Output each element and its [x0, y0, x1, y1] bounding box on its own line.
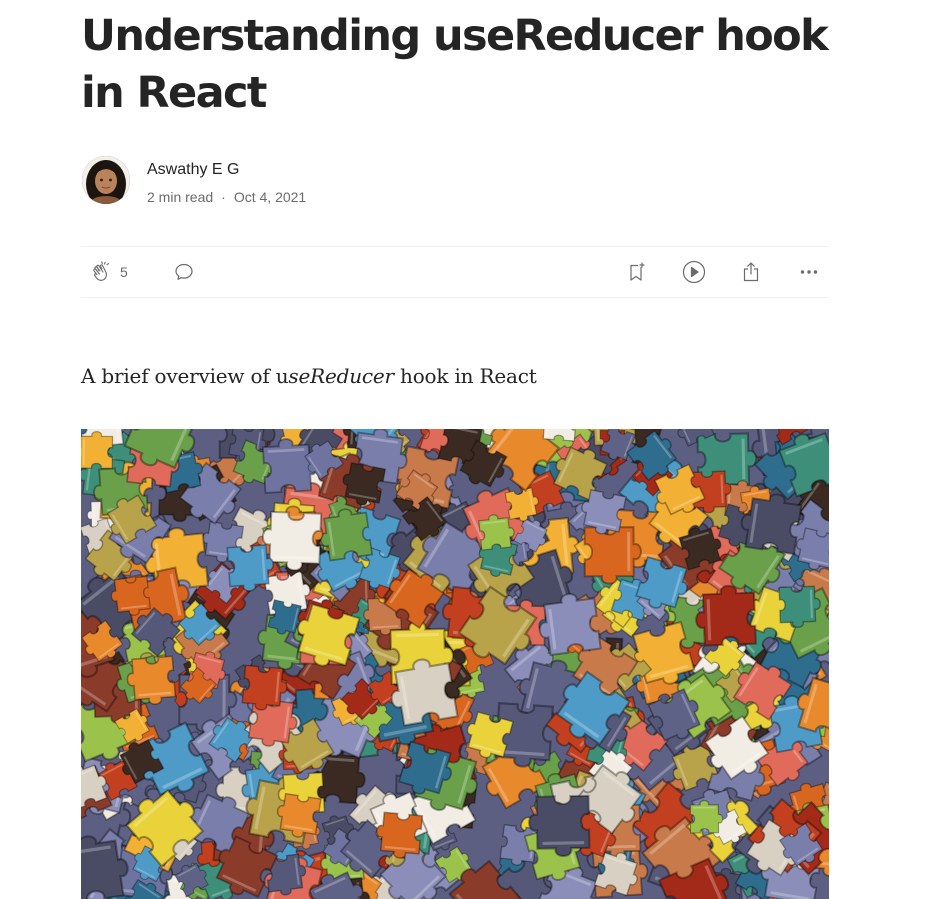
comment-icon[interactable] [171, 259, 197, 285]
action-bar: 5 [81, 246, 829, 298]
subtitle-suffix: hook in React [393, 364, 537, 388]
article-meta: 2 min read · Oct 4, 2021 [147, 189, 306, 205]
share-icon[interactable] [738, 259, 764, 285]
clap-count: 5 [120, 264, 128, 280]
subtitle-emphasis: seReducer [288, 364, 394, 388]
play-icon[interactable] [681, 259, 707, 285]
puzzle-pieces-image [81, 429, 829, 899]
subtitle-prefix: A brief overview of u [81, 364, 289, 388]
clap-icon[interactable] [89, 259, 115, 285]
read-time: 2 min read [147, 189, 214, 205]
avatar[interactable] [82, 156, 130, 204]
author-name[interactable]: Aswathy E G [147, 161, 239, 179]
article-subtitle: A brief overview of useReducer hook in R… [81, 364, 537, 388]
author-row: Aswathy E G 2 min read · Oct 4, 2021 [81, 155, 829, 207]
more-icon[interactable] [796, 259, 822, 285]
article-title: Understanding useReducer hook in React [81, 11, 829, 118]
bookmark-add-icon[interactable] [624, 259, 650, 285]
meta-separator: · [221, 189, 226, 205]
hero-image [81, 429, 829, 899]
publish-date: Oct 4, 2021 [233, 189, 307, 205]
